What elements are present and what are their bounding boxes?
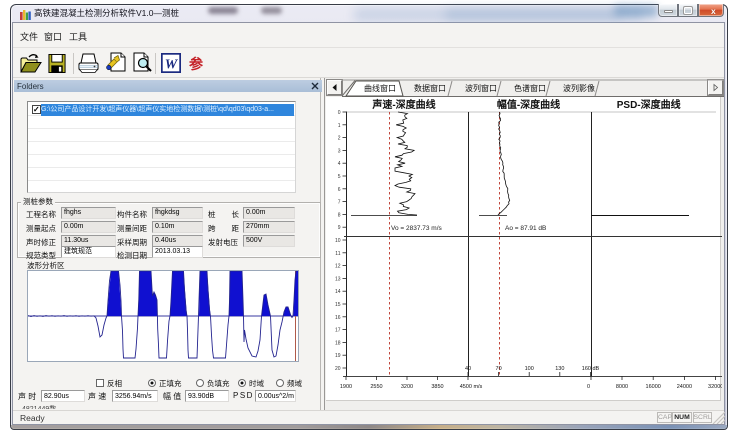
svg-text:16000: 16000 (646, 384, 661, 390)
svg-text:PSD-深度曲线: PSD-深度曲线 (617, 98, 681, 111)
svg-text:8: 8 (338, 212, 341, 218)
svg-text:70: 70 (496, 366, 502, 372)
svg-text:13: 13 (335, 276, 341, 282)
svg-text:14: 14 (335, 289, 341, 295)
svg-text:5: 5 (338, 174, 341, 180)
svg-text:10: 10 (335, 238, 341, 244)
svg-text:32000 u: 32000 u (708, 384, 722, 390)
svg-text:4500 m/s: 4500 m/s (460, 384, 483, 390)
svg-text:20: 20 (335, 366, 341, 372)
svg-text:16: 16 (335, 315, 341, 321)
svg-text:40: 40 (465, 366, 471, 372)
svg-text:3: 3 (338, 148, 341, 154)
svg-text:1900: 1900 (340, 384, 352, 390)
svg-text:2550: 2550 (370, 384, 382, 390)
svg-text:0: 0 (338, 110, 341, 116)
svg-text:100: 100 (525, 366, 534, 372)
svg-text:24000: 24000 (677, 384, 692, 390)
svg-text:11: 11 (335, 251, 340, 257)
svg-text:160 dB: 160 dB (582, 366, 600, 372)
svg-text:4: 4 (338, 161, 341, 167)
svg-text:3200: 3200 (401, 384, 413, 390)
svg-text:12: 12 (335, 264, 341, 270)
svg-text:Ao = 87.91 dB: Ao = 87.91 dB (505, 225, 546, 232)
svg-text:幅值-深度曲线: 幅值-深度曲线 (497, 98, 560, 111)
svg-text:15: 15 (335, 302, 341, 308)
svg-text:6: 6 (338, 187, 341, 193)
svg-text:18: 18 (335, 340, 341, 346)
svg-text:7: 7 (338, 200, 341, 206)
svg-text:声速-深度曲线: 声速-深度曲线 (371, 98, 435, 111)
svg-text:0: 0 (587, 384, 590, 390)
svg-text:1: 1 (338, 123, 341, 129)
svg-text:19: 19 (335, 353, 341, 359)
svg-text:3850: 3850 (431, 384, 443, 390)
svg-text:2: 2 (338, 136, 341, 142)
svg-text:8000: 8000 (616, 384, 628, 390)
svg-text:17: 17 (335, 328, 341, 334)
svg-text:Vo = 2837.73 m/s: Vo = 2837.73 m/s (391, 225, 443, 232)
svg-text:9: 9 (338, 225, 341, 231)
svg-text:130: 130 (555, 366, 564, 372)
svg-text:W: W (165, 58, 179, 73)
